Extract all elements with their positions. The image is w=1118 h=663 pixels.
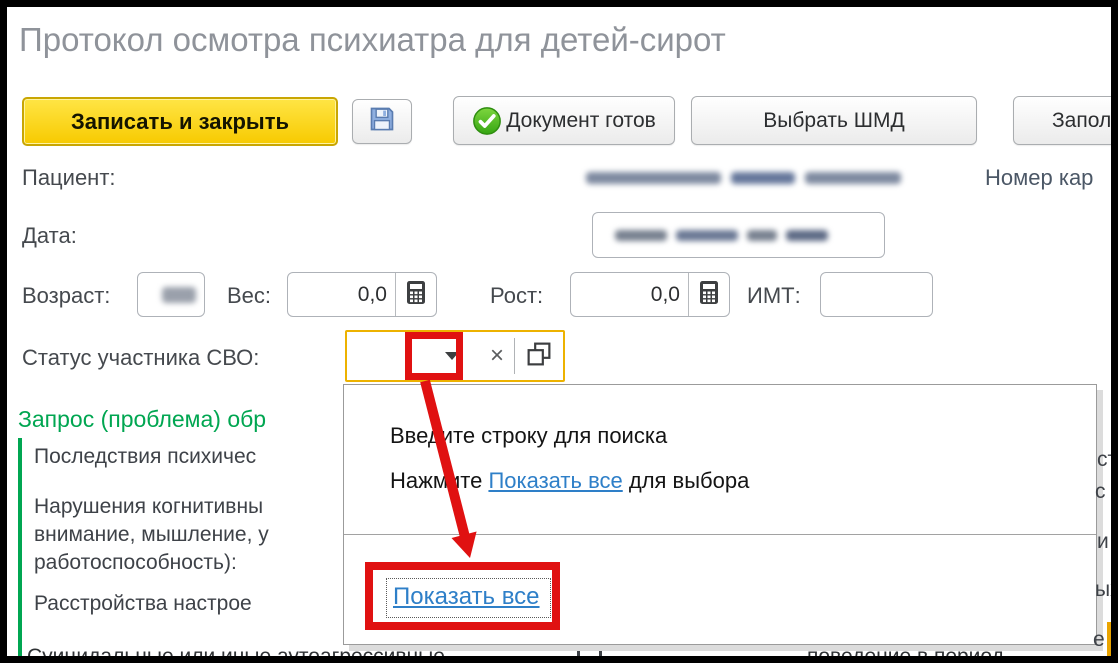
choose-from-list-icon — [527, 342, 551, 371]
height-value[interactable]: 0,0 — [571, 273, 688, 316]
height-calculator-button[interactable] — [689, 273, 729, 316]
section-line: работоспособность): — [34, 551, 237, 575]
bmi-label: ИМТ: — [747, 283, 801, 309]
show-all-inline-link[interactable]: Показать все — [488, 468, 622, 493]
patient-name-redacted — [586, 165, 938, 191]
page-title: Протокол осмотра психиатра для детей-сир… — [19, 21, 726, 59]
section-title: Запрос (проблема) обр — [18, 406, 266, 433]
weight-value[interactable]: 0,0 — [288, 273, 395, 316]
card-number-label: Номер кар — [985, 165, 1093, 191]
window-canvas: Протокол осмотра психиатра для детей-сир… — [7, 7, 1111, 656]
weight-label: Вес: — [227, 283, 271, 309]
popup-separator — [344, 534, 1096, 535]
svo-status-label: Статус участника СВО: — [22, 345, 259, 371]
popup-hint-line2: Нажмите Показать все для выбора — [390, 468, 749, 494]
section-line: Расстройства настрое — [34, 592, 252, 616]
height-field[interactable]: 0,0 — [570, 272, 730, 317]
annotation-red-box-dropdown — [405, 332, 463, 380]
calculator-icon — [406, 280, 426, 310]
weight-field[interactable]: 0,0 — [287, 272, 437, 317]
edge-fragment: с — [1095, 480, 1106, 504]
document-ready-button[interactable]: Документ готов — [453, 96, 675, 145]
green-check-circle-icon — [472, 106, 502, 136]
section-line: внимание, мышление, у — [34, 523, 269, 547]
focused-field-edge — [1107, 622, 1111, 656]
select-shmd-button[interactable]: Выбрать ШМД — [691, 96, 977, 145]
clear-x-icon: × — [490, 342, 504, 369]
calculator-icon — [699, 280, 719, 310]
floppy-disk-icon — [368, 105, 396, 139]
document-ready-label: Документ готов — [506, 109, 656, 133]
patient-label: Пациент: — [22, 165, 116, 191]
popup-hint-line1: Введите строку для поиска — [390, 423, 667, 449]
date-label: Дата: — [22, 223, 77, 249]
screenshot-frame: Протокол осмотра психиатра для детей-сир… — [0, 0, 1118, 663]
edge-fragment: ст — [1097, 448, 1111, 472]
annotation-red-box-showall — [365, 562, 560, 630]
date-field[interactable] — [592, 212, 885, 258]
weight-calculator-button[interactable] — [396, 273, 436, 316]
save-and-close-button[interactable]: Записать и закрыть — [22, 97, 338, 146]
bottom-clipped-text-right: поведение в период — [807, 645, 1004, 656]
section-line: Последствия психичес — [34, 445, 256, 469]
edge-fragment: е — [1093, 628, 1105, 652]
edge-fragment: и — [1097, 530, 1109, 554]
section-line: Нарушения когнитивны — [34, 495, 263, 519]
save-button[interactable] — [352, 99, 412, 144]
age-label: Возраст: — [22, 283, 110, 309]
edge-fragment: ых — [1095, 578, 1111, 602]
bottom-clipped-text-left: Суицидальные или иные аутоагрессивные — [27, 645, 445, 656]
height-label: Рост: — [490, 283, 543, 309]
svo-choose-button[interactable] — [515, 342, 563, 371]
svo-clear-button[interactable]: × — [480, 344, 514, 368]
fill-button[interactable]: Запол — [1013, 96, 1111, 145]
section-green-line — [18, 438, 22, 656]
bmi-field[interactable] — [820, 272, 933, 317]
age-field[interactable] — [137, 272, 205, 317]
